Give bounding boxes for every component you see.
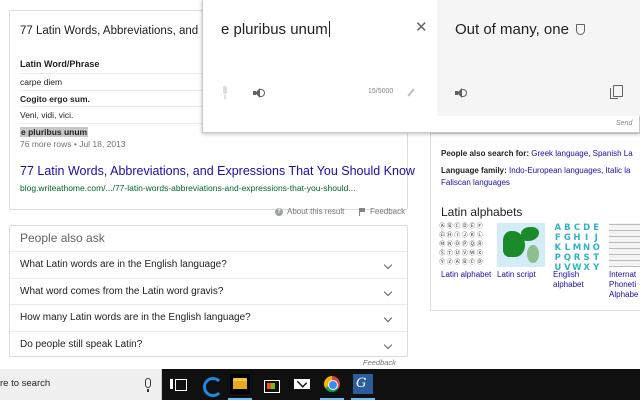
text-caret (328, 21, 330, 37)
alphabet-letter: R (573, 253, 581, 263)
table-row: carpe diem (20, 73, 210, 90)
alphabet-caption[interactable]: Internat Phoneti Alphabe (609, 270, 640, 300)
translation-text: Out of many, one (455, 21, 569, 38)
flag-icon (358, 207, 366, 216)
screen-artifact (105, 246, 225, 250)
chevron-down-icon (383, 313, 393, 323)
also-search-label: People also search for: (441, 149, 530, 158)
about-label: About this result (287, 207, 345, 216)
alphabet-letter: T (593, 253, 600, 263)
latin-alphabets-heading: Latin alphabets (441, 205, 523, 219)
paa-question[interactable]: What word comes from the Latin word grav… (10, 279, 407, 305)
paa-question[interactable]: How many Latin words are in the English … (10, 305, 407, 332)
table-row: e pluribus unum (20, 122, 210, 140)
speaker-icon[interactable] (455, 87, 467, 99)
alphabet-caption[interactable]: Latin alphabet (441, 270, 493, 280)
chevron-down-icon (383, 340, 393, 349)
translate-source-pane: e pluribus unum ✕ 15/5000 (203, 0, 437, 116)
microphone-icon[interactable] (145, 378, 151, 392)
about-this-result-button[interactable]: ? About this result (275, 207, 344, 216)
result-url: blog.writeathome.com/.../77-latin-words-… (20, 183, 356, 193)
paa-question-text: What word comes from the Latin word grav… (20, 285, 224, 297)
task-view-icon[interactable] (168, 374, 188, 394)
table-row: Veni, vidi, vici. (20, 106, 210, 123)
people-also-ask: People also ask What Latin words are in … (9, 225, 408, 357)
alphabet-letter: L (564, 243, 571, 253)
send-feedback-link[interactable]: Send (616, 120, 632, 127)
paa-question[interactable]: What Latin words are in the English lang… (10, 252, 407, 279)
feedback-button[interactable]: Feedback (358, 207, 405, 216)
snippet-table-header: Latin Word/Phrase (20, 59, 100, 69)
language-family-label: Language family: (441, 166, 507, 175)
latin-alphabet-image[interactable]: Ⓐ Ⓑ Ⓒ Ⓓ Ⓔ Ⓕ Ⓖ Ⓗ Ⓘ Ⓙ Ⓚ Ⓛ Ⓜ Ⓝ Ⓞ Ⓟ Ⓠ Ⓡ Ⓢ Ⓣ Ⓤ Ⓥ Ⓦ Ⓧ Ⓨ Ⓩ Ⓐ Ⓑ Ⓒ Ⓓ (439, 223, 487, 267)
windows-taskbar: re to search G (0, 369, 640, 400)
language-family-links[interactable]: Faliscan languages (441, 178, 510, 187)
alphabet-letter: G (563, 233, 571, 243)
alphabet-letter: N (583, 243, 591, 253)
taskbar-search-box[interactable]: re to search (0, 369, 162, 400)
alphabet-letter: S (583, 253, 590, 263)
paa-feedback-link[interactable]: Feedback (363, 358, 396, 367)
pencil-icon[interactable] (407, 88, 415, 97)
snippet-table: Latin Word/Phrase carpe diem Cogito ergo… (20, 55, 210, 139)
character-count: 15/5000 (368, 88, 394, 95)
translate-app-icon[interactable]: G (353, 374, 373, 394)
translate-result-pane: Out of many, one (437, 0, 640, 116)
alphabet-caption[interactable]: Latin script (497, 270, 549, 280)
store-icon[interactable] (261, 374, 281, 394)
alphabet-letter: I (585, 233, 589, 243)
chevron-down-icon (383, 260, 393, 270)
result-title-link[interactable]: 77 Latin Words, Abbreviations, and Expre… (20, 164, 415, 178)
alphabet-letter: P (554, 253, 561, 263)
shield-icon (575, 24, 585, 35)
microphone-icon[interactable] (221, 86, 229, 99)
highlighted-text: e pluribus unum (20, 126, 89, 137)
english-alphabet-image[interactable]: ABCDEFGHIJKLMNOPQRSTUVWXY (553, 223, 601, 273)
paa-question-text: How many Latin words are in the English … (20, 312, 251, 323)
snippet-meta: 76 more rows • Jul 18, 2013 (20, 139, 126, 149)
alphabet-letter: Q (563, 253, 571, 263)
alphabet-letter: E (593, 223, 600, 233)
alphabet-letter: M (572, 243, 582, 253)
alphabet-letter: H (573, 233, 581, 243)
alphabet-letter: A (554, 223, 562, 233)
source-text-input[interactable]: e pluribus unum (221, 21, 330, 38)
info-icon: ? (275, 207, 283, 216)
file-explorer-icon[interactable] (230, 374, 250, 394)
language-family-row: Language family: Indo-European languages… (441, 166, 630, 175)
also-search-row: People also search for: Greek language, … (441, 149, 633, 158)
chevron-down-icon (383, 287, 393, 296)
feedback-label: Feedback (370, 207, 406, 216)
copy-icon[interactable] (610, 85, 623, 99)
table-row: Cogito ergo sum. (20, 89, 210, 107)
language-family-row-2: Faliscan languages (441, 178, 510, 187)
translate-popup: e pluribus unum ✕ 15/5000 Out of many, o… (202, 0, 640, 133)
translation-output: Out of many, one (455, 21, 585, 38)
alphabet-letter: O (592, 243, 600, 253)
latin-script-map-image[interactable] (497, 223, 545, 267)
glyph-grid: Ⓐ Ⓑ Ⓒ Ⓓ Ⓔ Ⓕ Ⓖ Ⓗ Ⓘ Ⓙ Ⓚ Ⓛ Ⓜ Ⓝ Ⓞ Ⓟ Ⓠ Ⓡ Ⓢ Ⓣ Ⓤ Ⓥ Ⓦ Ⓧ Ⓨ Ⓩ Ⓐ Ⓑ Ⓒ Ⓓ (439, 223, 483, 266)
chrome-icon[interactable] (322, 374, 342, 394)
speaker-icon[interactable] (253, 87, 265, 99)
alphabet-letter: C (573, 223, 581, 233)
paa-question-text: What Latin words are in the English lang… (20, 259, 227, 270)
also-search-links[interactable]: Greek language, Spanish La (531, 149, 632, 158)
knowledge-panel: People also search for: Greek language, … (430, 133, 640, 311)
taskbar-search-text: re to search (0, 378, 51, 389)
paa-question[interactable]: Do people still speak Latin? (10, 332, 407, 359)
alphabet-letter: K (554, 243, 562, 253)
language-family-links[interactable]: Indo-European languages, Italic la (509, 166, 630, 175)
edge-browser-icon[interactable] (200, 374, 223, 397)
alphabet-caption[interactable]: English alphabet (553, 270, 605, 290)
close-icon[interactable]: ✕ (415, 20, 428, 36)
english-letter-grid: ABCDEFGHIJKLMNOPQRSTUVWXY (553, 223, 601, 273)
screen: 77 Latin Words, Abbreviations, and Expre… (0, 0, 640, 400)
mail-icon[interactable] (292, 374, 312, 394)
paa-question-text: Do people still speak Latin? (20, 338, 143, 350)
ipa-chart-image[interactable] (609, 223, 640, 267)
alphabet-letter: J (594, 233, 598, 243)
alphabet-letter: D (583, 223, 591, 233)
alphabet-letter: B (564, 223, 571, 233)
alphabet-letter: F (554, 233, 561, 243)
